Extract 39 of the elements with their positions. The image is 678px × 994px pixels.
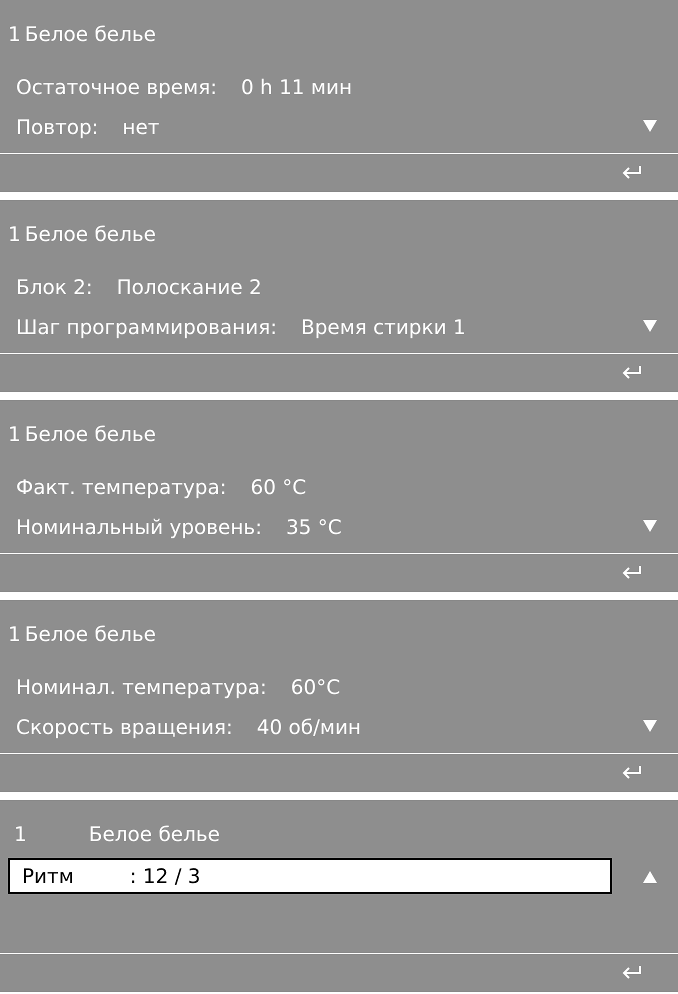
- program-number: 1: [8, 222, 21, 248]
- row-value: 60 °C: [250, 475, 306, 499]
- scroll-down-icon[interactable]: [642, 719, 658, 733]
- return-icon[interactable]: [620, 765, 644, 781]
- row-value: Время стирки 1: [300, 315, 466, 339]
- program-number: 1: [14, 822, 27, 848]
- program-number: 1: [8, 622, 21, 648]
- row-value: 60°C: [290, 675, 340, 699]
- program-number: 1: [8, 22, 21, 48]
- row-label: Шаг программирования:: [16, 315, 277, 339]
- row-value: 0 h 11 мин: [240, 75, 352, 99]
- row-label: Номинал. температура:: [16, 675, 267, 699]
- scroll-down-icon[interactable]: [642, 119, 658, 133]
- row-value: Полоскание 2: [116, 275, 262, 299]
- row-value: : 12 / 3: [130, 864, 201, 888]
- row-value: нет: [122, 115, 160, 139]
- scroll-up-icon[interactable]: [642, 870, 658, 884]
- return-icon[interactable]: [620, 965, 644, 981]
- selected-row[interactable]: Ритм : 12 / 3: [8, 858, 612, 894]
- row-label: Скорость вращения:: [16, 715, 233, 739]
- program-number: 1: [8, 422, 21, 448]
- return-icon[interactable]: [620, 165, 644, 181]
- row-value: 40 об/мин: [256, 715, 362, 739]
- program-name: Белое белье: [88, 822, 220, 848]
- row-value: 35 °C: [286, 515, 342, 539]
- row-label: Факт. температура:: [16, 475, 226, 499]
- program-name: Белое белье: [24, 222, 156, 248]
- row-label: Номинальный уровень:: [16, 515, 262, 539]
- return-icon[interactable]: [620, 565, 644, 581]
- program-name: Белое белье: [24, 22, 156, 48]
- row-label: Остаточное время:: [16, 75, 217, 99]
- row-label: Повтор:: [16, 115, 98, 139]
- row-label: Блок 2:: [16, 275, 93, 299]
- return-icon[interactable]: [620, 365, 644, 381]
- scroll-down-icon[interactable]: [642, 319, 658, 333]
- program-name: Белое белье: [24, 422, 156, 448]
- scroll-down-icon[interactable]: [642, 519, 658, 533]
- row-label: Ритм: [22, 864, 74, 888]
- program-name: Белое белье: [24, 622, 156, 648]
